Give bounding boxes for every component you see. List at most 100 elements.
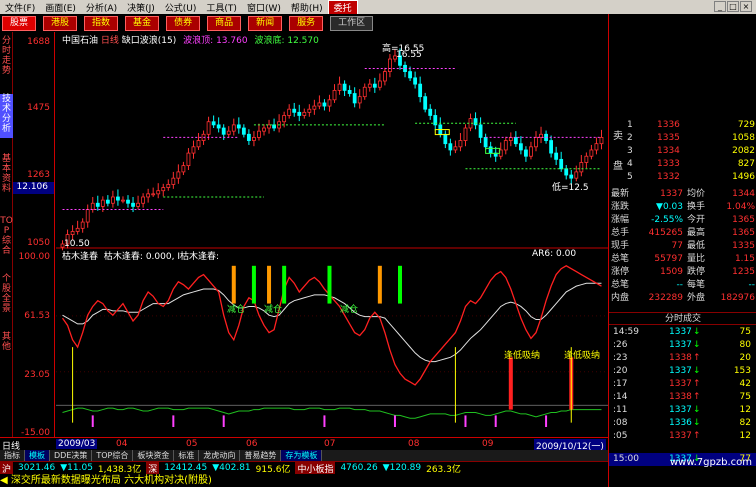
news-button[interactable]: 新闻 [248, 15, 283, 31]
stat-label: 涨跌 [611, 202, 630, 212]
sheet-sector-funds[interactable]: 板块资金 [133, 450, 175, 461]
candle [453, 146, 458, 151]
trade-price: 1337 [669, 340, 692, 350]
chart-area[interactable]: 中国石油 日线 缺口波浪(15) 波浪顶: 13.760 波浪底: 12.570… [56, 32, 608, 437]
candle [181, 165, 186, 173]
trade-price: 1337 [669, 327, 692, 337]
minimize-icon[interactable]: _ [714, 1, 726, 12]
candle [337, 83, 342, 91]
candle [524, 149, 528, 157]
candle [116, 196, 120, 201]
stat-value: ▼0.03 [656, 202, 683, 212]
order-book-row[interactable] [627, 106, 756, 119]
candle [241, 127, 246, 135]
stocks-button[interactable]: 股票 [2, 15, 37, 31]
trades-header: 分时成交 [609, 312, 756, 325]
sh-index-change: ▼11.05 [60, 463, 93, 473]
maximize-icon[interactable]: □ [727, 1, 739, 12]
candle [191, 146, 196, 154]
sheet-dde[interactable]: DDE决策 [50, 450, 93, 461]
stat-value: 415265 [648, 228, 683, 238]
trade-row: :17 1337 ↑ 42 [609, 378, 756, 391]
hk-stocks-button[interactable]: 港股 [43, 15, 78, 31]
workspace-button[interactable]: 工作区 [330, 15, 374, 31]
stat-label: 每笔 [687, 280, 706, 290]
candle [579, 162, 584, 173]
news-ticker[interactable]: ◀ 深交所最新数据曝光布局 六大机构对决(附股) [0, 474, 608, 487]
bonds-button[interactable]: 债券 [166, 15, 201, 31]
order-book-row[interactable]: 2 1335 1058 [627, 132, 756, 145]
menu-window[interactable]: 窗口(W) [242, 1, 286, 14]
sz-index-label[interactable]: 深 [146, 461, 160, 475]
stat-value: 232289 [648, 293, 683, 303]
candle [458, 140, 463, 148]
buy-label: 盘 [613, 161, 623, 172]
tab-technical[interactable]: 技术分析 [0, 94, 13, 138]
sh-index-label[interactable]: 沪 [0, 461, 14, 475]
order-level: 3 [627, 146, 633, 156]
trade-time: 15:00 [613, 454, 639, 464]
stat-label: 换手 [687, 202, 706, 212]
sme-index-label[interactable]: 中小板指 [295, 461, 336, 475]
menu-file[interactable]: 文件(F) [0, 1, 40, 14]
menu-decision[interactable]: 决策(J) [122, 1, 160, 14]
stat-label: 最低 [687, 241, 706, 251]
candle [372, 83, 377, 88]
trade-time: :26 [613, 340, 628, 350]
order-book-row[interactable]: 3 1334 2082 [627, 145, 756, 158]
candle [513, 137, 518, 145]
trade-row: :14 1338 ↑ 75 [609, 391, 756, 404]
save-template-tab[interactable]: 存为模板 [281, 450, 323, 461]
stat-value: 182976 [720, 293, 755, 303]
candle [448, 143, 453, 151]
sheet-standard[interactable]: 标准 [174, 450, 200, 461]
sheet-indicator[interactable]: 指标 [0, 450, 25, 461]
trade-volume: 75 [739, 327, 751, 337]
trade-price: 1336 [669, 418, 692, 428]
low-annotation: 低=12.5 [552, 183, 589, 193]
stat-value: 55797 [654, 254, 683, 264]
stat-value: 1.15 [734, 254, 755, 264]
stat-value: 1335 [732, 241, 755, 251]
funds-button[interactable]: 基金 [125, 15, 160, 31]
sheet-top[interactable]: TOP综合 [92, 450, 134, 461]
buy-dip-label: 逢低吸纳 [564, 351, 601, 361]
tab-other[interactable]: 其他 [0, 332, 13, 356]
candle [257, 130, 261, 138]
candle [221, 127, 226, 135]
osc-y-tick: 61.53 [24, 311, 50, 321]
services-button[interactable]: 服务 [289, 15, 324, 31]
close-icon[interactable]: × [740, 1, 752, 12]
ar-value: 0.00 [556, 249, 577, 259]
index-button[interactable]: 指数 [84, 15, 119, 31]
order-book-row[interactable]: 4 1333 827 [627, 158, 756, 171]
stat-label: 均价 [687, 189, 706, 199]
menu-help[interactable]: 帮助(H) [286, 1, 328, 14]
trade-arrow-icon: ↑ [693, 392, 701, 402]
stat-value: -- [748, 280, 756, 290]
menu-trade[interactable]: 委托 [327, 0, 358, 15]
sheet-template[interactable]: 模板 [25, 450, 50, 461]
order-book-row[interactable]: 5 1332 1496 [627, 171, 756, 184]
candle [126, 199, 130, 204]
candle [236, 124, 241, 129]
candle [282, 115, 287, 123]
tab-intraday[interactable]: 分时走势 [0, 36, 13, 80]
tab-panorama[interactable]: 个股全景 [0, 274, 13, 318]
reduce-position-label: 减仓 [227, 305, 246, 315]
tab-fundamentals[interactable]: 基本资料 [0, 154, 13, 198]
candle [141, 196, 146, 204]
menu-analysis[interactable]: 分析(A) [81, 1, 122, 14]
order-book-row[interactable]: 1 1336 729 [627, 119, 756, 132]
commodities-button[interactable]: 商品 [207, 15, 242, 31]
candle [206, 121, 211, 135]
sheet-trend[interactable]: 普易趋势 [240, 450, 282, 461]
stat-value: 1344 [732, 189, 755, 199]
menu-formula[interactable]: 公式(U) [160, 1, 202, 14]
menu-tools[interactable]: 工具(T) [201, 1, 242, 14]
trade-time: :08 [613, 418, 628, 428]
tab-top[interactable]: TOP综合 [0, 216, 13, 268]
menu-view[interactable]: 画面(E) [40, 1, 81, 14]
stat-value: -2.55% [651, 215, 683, 225]
sheet-dragon-tiger[interactable]: 龙虎动向 [199, 450, 241, 461]
